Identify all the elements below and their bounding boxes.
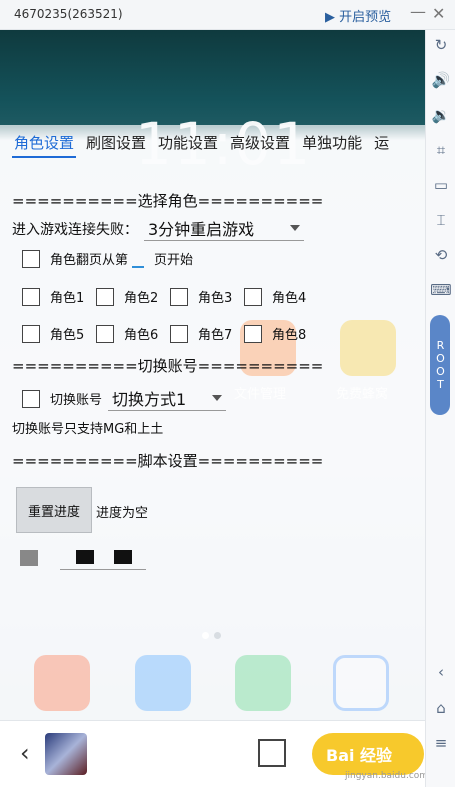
right-toolbar: ↻ 🔊 🔉 ⌗ ▭ ⌶ ⟲ ⌨ ROOT ‹ ⌂ ≡ xyxy=(425,30,455,787)
browser-app-icon xyxy=(333,655,389,711)
reconnect-label: 进入游戏连接失败： xyxy=(12,221,138,238)
file-manager-label: 文件管理 xyxy=(234,387,287,402)
role-checkbox[interactable] xyxy=(22,287,40,306)
bee-app-icon xyxy=(340,320,396,376)
reconnect-row: 进入游戏连接失败： 3分钟重启游戏 xyxy=(12,216,304,241)
role-checkbox[interactable] xyxy=(96,287,114,306)
dropdown-arrow-icon xyxy=(212,395,223,401)
page-indicator-dot xyxy=(214,632,221,639)
section-switch-account: ==========切换账号========== xyxy=(12,357,324,375)
volume-down-icon[interactable]: 🔉 xyxy=(431,105,451,125)
role-option[interactable]: 角色1 xyxy=(22,287,96,306)
folder-icon[interactable]: ▭ xyxy=(431,175,451,195)
app-avatar[interactable] xyxy=(45,733,87,775)
switch-account-label: 切换账号 xyxy=(50,393,103,408)
role-checkbox[interactable] xyxy=(170,287,188,306)
app-icon xyxy=(34,655,90,711)
roles-row-1: 角色1 角色2 角色3 角色4 xyxy=(22,287,318,306)
baidu-url: jingyan.baidu.com xyxy=(345,771,429,781)
role-label: 角色5 xyxy=(50,328,85,343)
redacted-block xyxy=(20,550,38,566)
role-page-label-after: 页开始 xyxy=(154,253,194,268)
role-label: 角色1 xyxy=(50,291,85,306)
roles-row-2: 角色5 角色6 角色7 角色8 xyxy=(22,324,318,343)
reconnect-select[interactable]: 3分钟重启游戏 xyxy=(144,216,304,241)
progress-status: 进度为空 xyxy=(96,506,149,521)
rotate-icon[interactable]: ⟲ xyxy=(431,245,451,265)
tab-role-settings[interactable]: 角色设置 xyxy=(12,132,77,158)
role-option[interactable]: 角色7 xyxy=(170,324,244,343)
role-checkbox[interactable] xyxy=(244,324,262,343)
shrink-icon[interactable] xyxy=(258,739,286,767)
reset-progress-button[interactable]: 重置进度 xyxy=(16,487,92,533)
tab-map-settings[interactable]: 刷图设置 xyxy=(84,132,148,158)
switch-account-note: 切换账号只支持MG和上土 xyxy=(12,422,164,437)
role-label: 角色2 xyxy=(124,291,159,306)
scan-icon[interactable]: ⌶ xyxy=(431,210,451,230)
cloud-app-icon xyxy=(135,655,191,711)
switch-account-row: 切换账号 切换方式1 xyxy=(22,386,227,411)
bee-app-label: 免费蜂窝 xyxy=(336,387,389,402)
role-page-number-input[interactable] xyxy=(132,250,145,268)
switch-mode-select[interactable]: 切换方式1 xyxy=(108,386,227,411)
refresh-icon[interactable]: ↻ xyxy=(431,35,451,55)
baidu-jingyan-badge: Bai 经验 xyxy=(312,733,424,775)
apk-app-icon xyxy=(235,655,291,711)
role-option[interactable]: 角色4 xyxy=(244,287,318,306)
tab-advanced-settings[interactable]: 高级设置 xyxy=(228,132,292,158)
role-option[interactable]: 角色5 xyxy=(22,324,96,343)
role-option[interactable]: 角色2 xyxy=(96,287,170,306)
close-icon[interactable]: ✕ xyxy=(432,4,445,23)
tab-function-settings[interactable]: 功能设置 xyxy=(156,132,220,158)
role-option[interactable]: 角色3 xyxy=(170,287,244,306)
role-option[interactable]: 角色6 xyxy=(96,324,170,343)
role-option[interactable]: 角色8 xyxy=(244,324,318,343)
keyboard-icon[interactable]: ⌨ xyxy=(430,280,452,300)
role-checkbox[interactable] xyxy=(22,324,40,343)
chevron-left-icon[interactable]: ‹ xyxy=(431,662,451,682)
role-checkbox[interactable] xyxy=(96,324,114,343)
home-icon[interactable]: ⌂ xyxy=(431,698,451,718)
input-underline xyxy=(60,569,146,570)
back-arrow-icon[interactable]: ‹ xyxy=(20,739,30,767)
redacted-block xyxy=(114,550,132,564)
tab-single-function[interactable]: 单独功能 xyxy=(300,132,364,158)
bottom-bar: ‹ Bai 经验 jingyan.baidu.com xyxy=(0,720,429,787)
menu-icon[interactable]: ≡ xyxy=(431,733,451,753)
crop-icon[interactable]: ⌗ xyxy=(431,140,451,160)
redacted-block xyxy=(76,550,94,564)
root-label: ROOT xyxy=(434,339,447,391)
window-title: 4670235(263521) xyxy=(14,7,123,21)
tab-run[interactable]: 运 xyxy=(372,132,391,158)
settings-tabs: 角色设置 刷图设置 功能设置 高级设置 单独功能 运 xyxy=(12,132,399,158)
page-indicator-dot xyxy=(202,632,209,639)
dropdown-arrow-icon xyxy=(290,225,300,231)
role-label: 角色6 xyxy=(124,328,159,343)
reconnect-select-value: 3分钟重启游戏 xyxy=(148,220,255,239)
role-checkbox[interactable] xyxy=(170,324,188,343)
root-toggle[interactable]: ROOT xyxy=(430,315,450,415)
open-preview-button[interactable]: ▶ 开启预览 xyxy=(325,6,391,25)
role-label: 角色8 xyxy=(272,328,307,343)
role-label: 角色7 xyxy=(198,328,233,343)
minimize-icon[interactable]: — xyxy=(410,2,426,21)
role-page-label-before: 角色翻页从第 xyxy=(50,253,129,268)
section-choose-role: ==========选择角色========== xyxy=(12,192,324,210)
role-label: 角色4 xyxy=(272,291,307,306)
section-script-settings: ==========脚本设置========== xyxy=(12,452,324,470)
window-titlebar: 4670235(263521) ▶ 开启预览 — ✕ xyxy=(0,0,455,30)
role-page-row: 角色翻页从第 页开始 xyxy=(22,249,193,268)
role-checkbox[interactable] xyxy=(244,287,262,306)
role-page-checkbox[interactable] xyxy=(22,249,40,268)
switch-mode-value: 切换方式1 xyxy=(112,390,187,409)
switch-account-checkbox[interactable] xyxy=(22,389,40,408)
role-label: 角色3 xyxy=(198,291,233,306)
volume-up-icon[interactable]: 🔊 xyxy=(431,70,451,90)
